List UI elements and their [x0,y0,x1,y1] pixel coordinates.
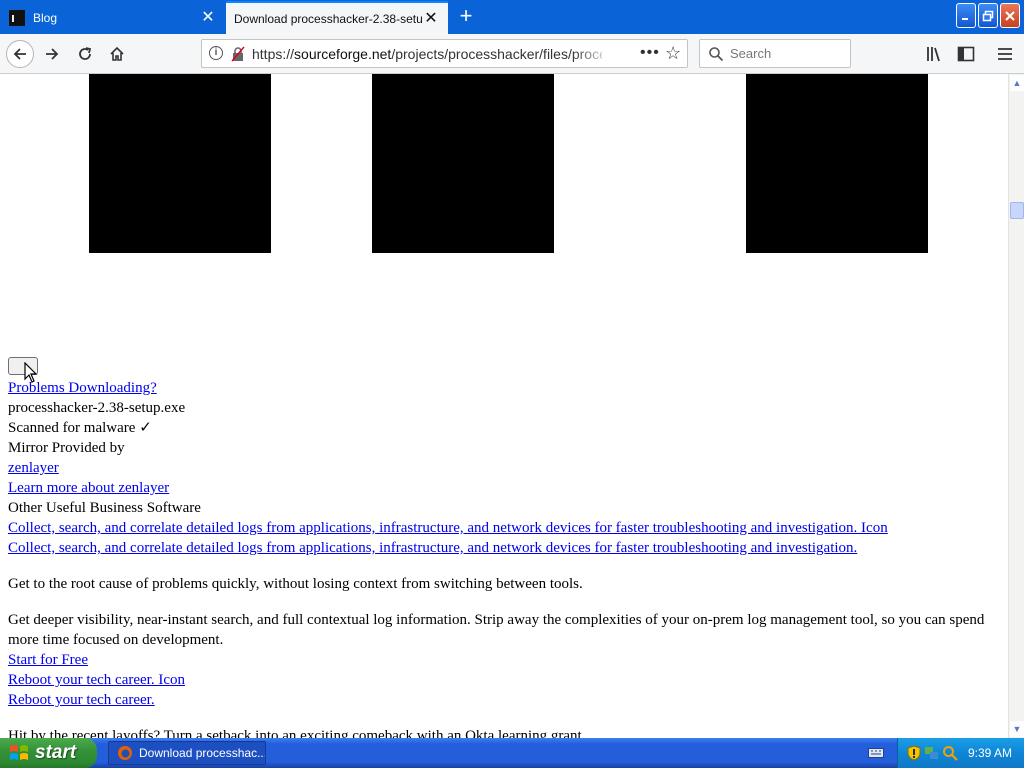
system-tray: 9:39 AM [897,738,1024,768]
sidebar-icon[interactable] [956,44,976,64]
minimize-button[interactable] [956,3,976,28]
library-icon[interactable] [925,44,945,64]
menu-icon[interactable] [995,44,1015,64]
minimize-icon [962,17,968,20]
forward-button[interactable] [38,40,66,68]
network-icon[interactable] [924,745,940,761]
url-host: sourceforge.net [294,46,392,62]
scanned-text: Scanned for malware [8,420,136,436]
info-icon[interactable]: i [209,46,223,60]
vertical-scrollbar[interactable]: ▲ ▼ [1008,74,1024,738]
tab-strip: Blog ✕ Download processhacker-2.38-setup… [0,0,1024,34]
search-input[interactable] [730,45,840,62]
reload-button[interactable] [71,40,99,68]
clock: 9:39 AM [968,746,1013,760]
restore-button[interactable] [978,3,998,28]
page-actions-icon[interactable]: ••• [640,44,660,62]
navigation-toolbar: i https://sourceforge.net/projects/proce… [0,34,1024,74]
url-fade [572,42,612,66]
magnifier-icon[interactable] [942,745,958,761]
tab-download[interactable]: Download processhacker-2.38-setup.e ✕ [226,1,448,34]
keyboard-icon[interactable] [868,746,884,760]
tab-title: Download processhacker-2.38-setup.e [234,11,422,26]
problems-downloading-link[interactable]: Problems Downloading? [8,378,157,398]
forward-arrow-icon [46,48,59,60]
close-icon[interactable]: ✕ [199,9,217,27]
close-icon[interactable]: ✕ [422,10,440,28]
mirror-label: Mirror Provided by [8,440,125,456]
taskbar: start Download processhac... 9:39 AM [0,738,1024,768]
ad-text-link[interactable]: Collect, search, and correlate detailed … [8,538,857,558]
windows-logo-icon [10,745,28,760]
ad-image[interactable] [372,74,554,253]
mirror-link[interactable]: zenlayer [8,458,59,478]
scroll-down-icon[interactable]: ▼ [1010,721,1024,737]
learn-more-link[interactable]: Learn more about zenlayer [8,478,169,498]
back-button[interactable] [6,40,34,68]
scanned-status: Scanned for malware ✓ [8,418,152,438]
start-button[interactable]: start [0,738,97,768]
start-label: start [35,742,77,763]
taskbar-item-label: Download processhac... [139,746,265,760]
ad-paragraph-2: Get deeper visibility, near-instant sear… [8,612,985,648]
close-window-button[interactable] [1000,3,1020,28]
scroll-up-icon[interactable]: ▲ [1010,75,1024,91]
filename-text: processhacker-2.38-setup.exe [8,400,186,416]
grant-text: Hit by the recent layoffs? Turn a setbac… [8,728,586,738]
ad-image[interactable] [746,74,928,253]
ad-paragraph-1: Get to the root cause of problems quickl… [8,576,583,592]
url-prefix: https:// [252,46,295,62]
search-bar[interactable] [699,39,851,68]
ad-icon-link[interactable]: Collect, search, and correlate detailed … [8,518,888,538]
tab-blog[interactable]: Blog ✕ [0,1,225,34]
home-icon [110,46,124,61]
reload-icon [79,47,92,60]
new-tab-button[interactable]: + [455,5,477,27]
url-text[interactable]: https://sourceforge.net/projects/process… [252,46,602,63]
firefox-icon [118,746,132,760]
url-path: /projects/processhacker/files/process [391,46,602,62]
security-shield-icon[interactable] [906,745,922,761]
start-free-link[interactable]: Start for Free [8,650,88,670]
ad-image[interactable] [89,74,271,253]
tab-title: Blog [33,10,58,25]
home-button[interactable] [103,40,131,68]
back-arrow-icon [13,48,26,60]
taskbar-item-firefox[interactable]: Download processhac... [108,741,266,765]
bookmark-star-icon[interactable]: ☆ [665,43,681,64]
close-window-icon [1005,10,1015,21]
scrollbar-thumb[interactable] [1010,202,1024,219]
page-content: Problems Downloading? processhacker-2.38… [0,74,1008,738]
other-software-heading: Other Useful Business Software [8,500,201,516]
lock-icon[interactable] [230,46,246,62]
url-bar[interactable]: i https://sourceforge.net/projects/proce… [201,39,688,68]
restore-icon [982,10,994,21]
reboot-link[interactable]: Reboot your tech career. [8,690,155,710]
search-icon [709,47,724,62]
reboot-icon-link[interactable]: Reboot your tech career. Icon [8,670,185,690]
blog-favicon-icon [9,9,25,26]
checkmark-icon: ✓ [139,420,152,436]
